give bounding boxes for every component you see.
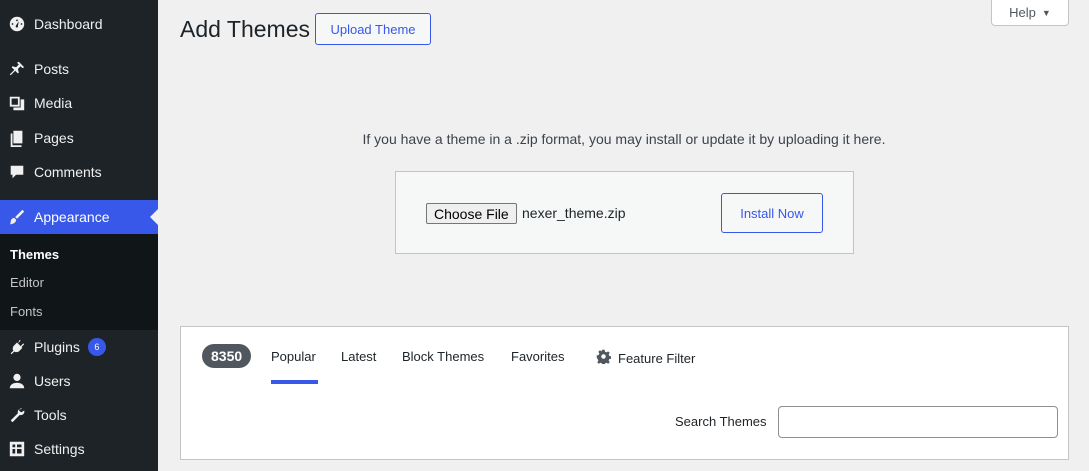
submenu-item-fonts[interactable]: Fonts xyxy=(10,304,43,319)
sidebar-item-dashboard[interactable]: Dashboard xyxy=(0,7,158,41)
paintbrush-icon xyxy=(7,207,27,227)
tab-block-themes[interactable]: Block Themes xyxy=(402,349,484,364)
sidebar-item-label: Appearance xyxy=(34,209,110,225)
sidebar-item-posts[interactable]: Posts xyxy=(0,52,158,86)
comment-icon xyxy=(7,162,27,182)
install-now-button[interactable]: Install Now xyxy=(721,193,823,233)
pin-icon xyxy=(7,59,27,79)
theme-count-badge: 8350 xyxy=(202,344,252,368)
plugins-update-badge: 6 xyxy=(87,338,106,356)
sidebar-item-label: Dashboard xyxy=(34,16,103,32)
search-themes-input[interactable] xyxy=(778,406,1058,438)
gear-icon xyxy=(596,349,612,367)
sidebar-item-label: Users xyxy=(34,373,71,389)
submenu-item-editor[interactable]: Editor xyxy=(10,275,44,290)
sidebar-item-label: Plugins xyxy=(34,339,80,355)
tab-favorites[interactable]: Favorites xyxy=(511,349,564,364)
settings-icon xyxy=(7,439,27,459)
feature-filter-label: Feature Filter xyxy=(618,350,696,366)
sidebar-item-users[interactable]: Users xyxy=(0,364,158,398)
sidebar-item-label: Settings xyxy=(34,441,85,457)
dashboard-icon xyxy=(7,14,27,34)
media-icon xyxy=(7,93,27,113)
feature-filter-button[interactable]: Feature Filter xyxy=(596,349,695,367)
sidebar-item-tools[interactable]: Tools xyxy=(0,398,158,432)
help-label: Help xyxy=(1009,5,1036,20)
sidebar-item-label: Media xyxy=(34,95,73,111)
plugin-icon xyxy=(7,337,27,357)
theme-filter-bar: 8350 Popular Latest Block Themes Favorit… xyxy=(180,326,1069,460)
choose-file-button[interactable]: Choose File xyxy=(426,203,517,224)
sidebar-item-comments[interactable]: Comments xyxy=(0,155,158,189)
sidebar-item-label: Pages xyxy=(34,130,74,146)
upload-form: Choose File nexer_theme.zip Install Now xyxy=(395,171,854,254)
wrench-icon xyxy=(7,405,27,425)
upload-theme-button[interactable]: Upload Theme xyxy=(315,13,431,45)
search-themes-label: Search Themes xyxy=(675,414,767,429)
appearance-submenu: Themes Editor Fonts xyxy=(0,234,158,330)
sidebar-item-pages[interactable]: Pages xyxy=(0,121,158,155)
active-tab-indicator xyxy=(271,380,318,384)
user-icon xyxy=(7,371,27,391)
sidebar-item-settings[interactable]: Settings xyxy=(0,432,158,466)
page-title: Add Themes xyxy=(180,16,310,42)
tab-latest[interactable]: Latest xyxy=(341,349,376,364)
admin-sidebar: Dashboard Posts Media Pages Comments App… xyxy=(0,0,158,471)
selected-file-name: nexer_theme.zip xyxy=(522,205,626,221)
sidebar-item-plugins[interactable]: Plugins 6 xyxy=(0,330,158,364)
sidebar-item-appearance[interactable]: Appearance xyxy=(0,200,158,234)
caret-down-icon: ▼ xyxy=(1041,7,1051,18)
pages-icon xyxy=(7,128,27,148)
sidebar-item-label: Tools xyxy=(34,407,67,423)
help-button[interactable]: Help ▼ xyxy=(991,0,1069,26)
sidebar-item-label: Comments xyxy=(34,164,102,180)
sidebar-item-media[interactable]: Media xyxy=(0,86,158,120)
submenu-item-themes[interactable]: Themes xyxy=(10,247,59,262)
tab-popular[interactable]: Popular xyxy=(271,349,316,364)
upload-description: If you have a theme in a .zip format, yo… xyxy=(362,131,886,147)
sidebar-item-label: Posts xyxy=(34,61,70,77)
